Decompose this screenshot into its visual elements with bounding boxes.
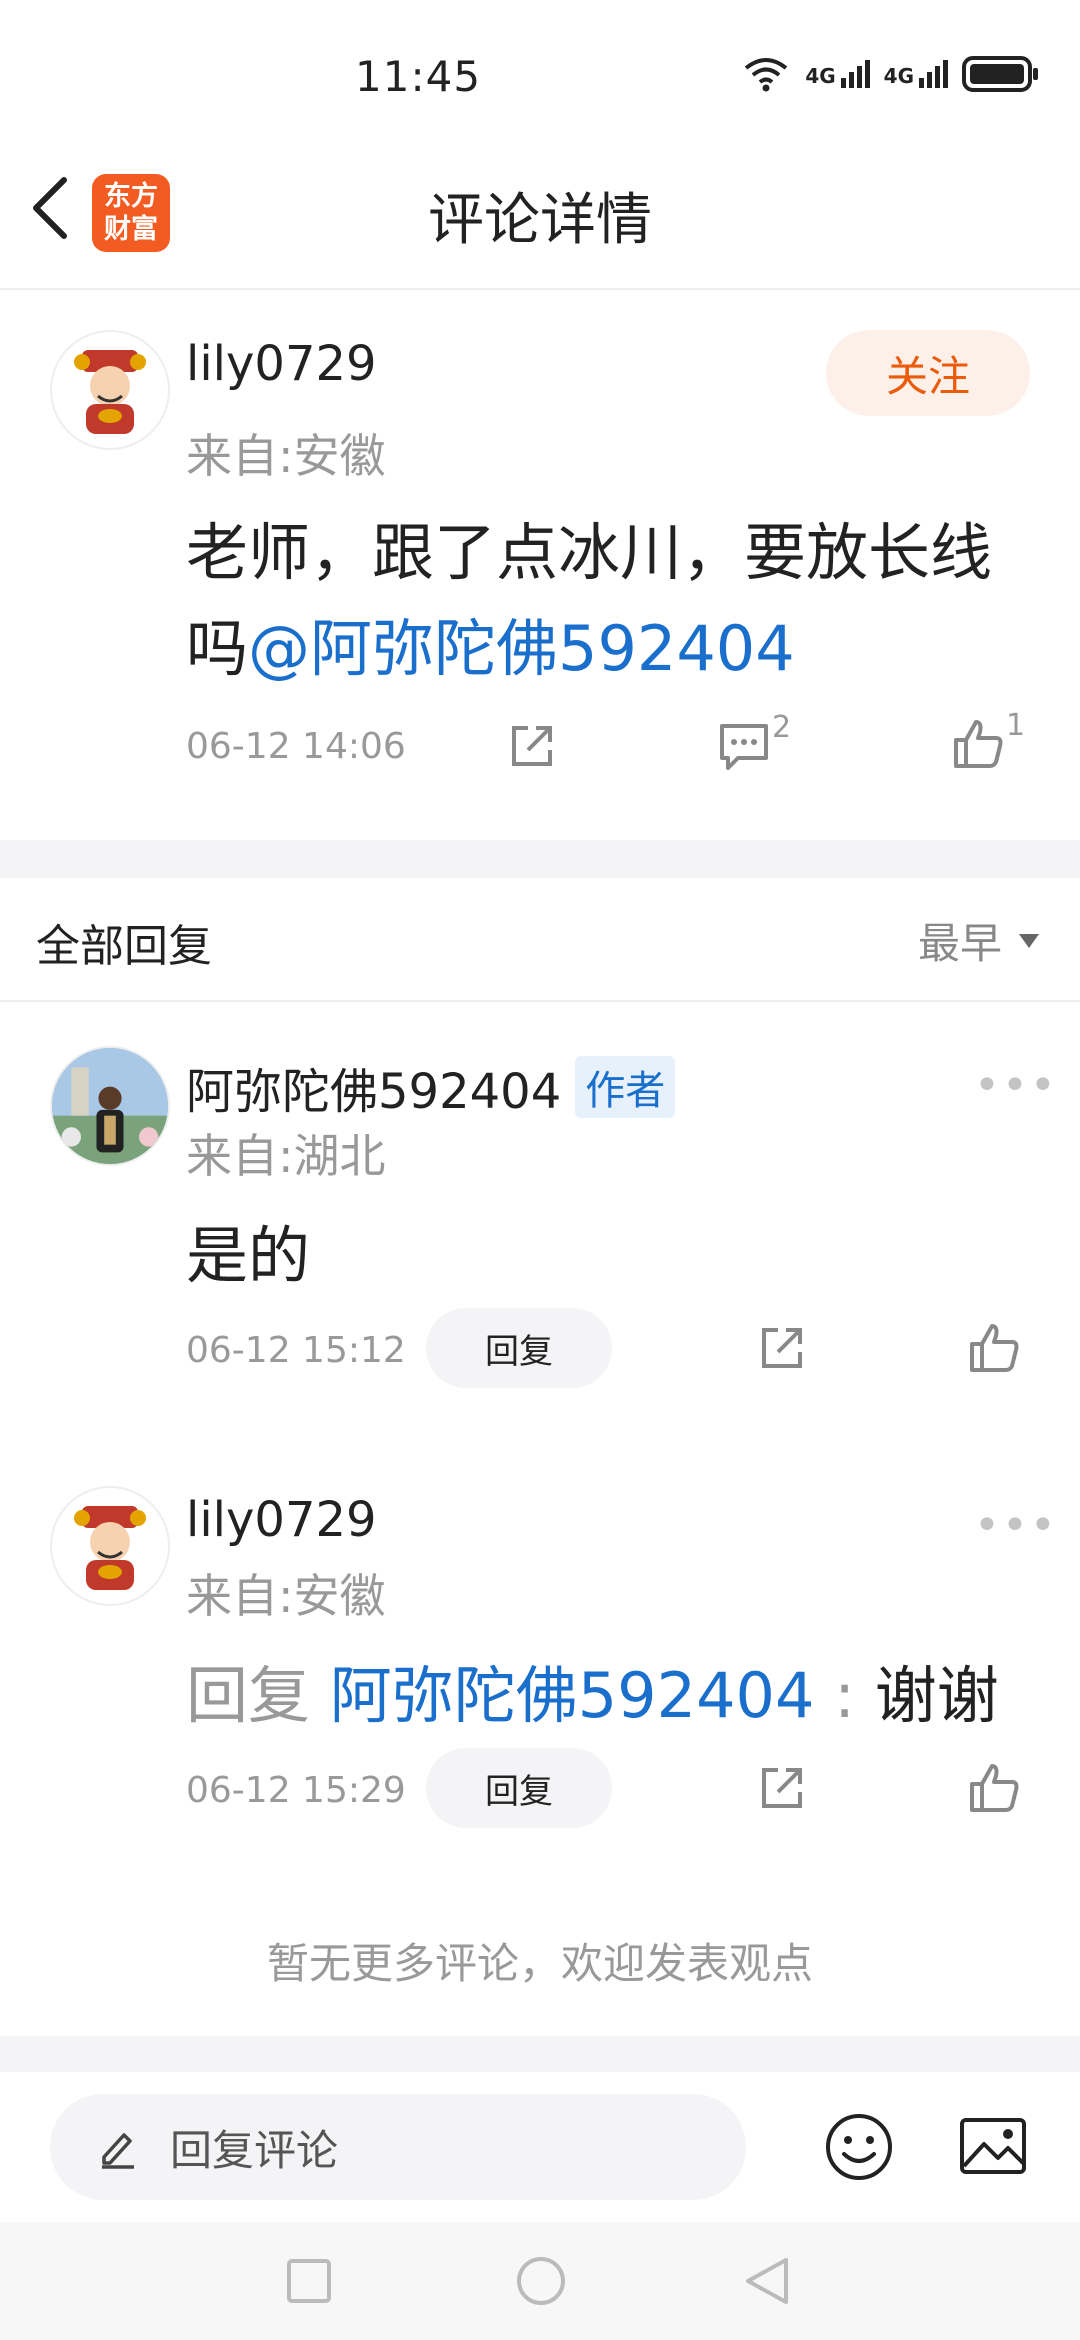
reply-username[interactable]: lily0729 — [186, 1492, 377, 1548]
post-content: 老师，跟了点冰川，要放长线吗@阿弥陀佛592404 — [186, 505, 1036, 697]
pencil-icon — [102, 2133, 134, 2169]
share-icon — [762, 1328, 802, 1368]
reply-content: 是的 — [186, 1219, 311, 1292]
reply-time: 06-12 15:12 — [186, 1330, 406, 1371]
like-icon — [970, 1764, 1019, 1812]
image-button[interactable] — [958, 2114, 1028, 2182]
post-mention-link[interactable]: @阿弥陀佛592404 — [248, 612, 795, 685]
post-location: 来自:安徽 — [186, 429, 386, 483]
emoji-icon — [826, 2114, 892, 2180]
comment-icon — [720, 724, 768, 770]
header-divider — [0, 288, 1080, 290]
home-button[interactable] — [516, 2256, 566, 2310]
page-title: 评论详情 — [428, 188, 652, 253]
follow-button[interactable]: 关注 — [826, 330, 1030, 416]
user-photo-avatar-icon — [52, 1048, 168, 1164]
reply-like-button[interactable] — [966, 1320, 1022, 1380]
sort-dropdown[interactable]: 最早 — [918, 910, 1040, 971]
post-like-button[interactable]: 1 — [950, 708, 1025, 772]
no-more-comments: 暂无更多评论，欢迎发表观点 — [266, 1939, 813, 1988]
reply-avatar[interactable] — [50, 1486, 170, 1606]
reply-input-placeholder: 回复评论 — [170, 2125, 339, 2175]
section-divider — [0, 1000, 1080, 1002]
like-icon — [970, 1324, 1019, 1372]
network-type-1: 4G — [805, 64, 836, 88]
fortune-god-avatar-icon — [74, 350, 146, 434]
post-comment-count: 2 — [772, 710, 792, 745]
more-icon: ••• — [974, 1500, 1058, 1551]
reply-time: 06-12 15:29 — [186, 1770, 406, 1811]
reply-like-button[interactable] — [966, 1760, 1022, 1820]
reply-share-button[interactable] — [756, 1322, 808, 1378]
all-replies-title: 全部回复 — [36, 921, 212, 972]
reply-share-button[interactable] — [756, 1762, 808, 1818]
reply-location: 来自:湖北 — [186, 1129, 386, 1183]
status-time: 11:45 — [355, 52, 482, 101]
square-icon — [287, 2259, 331, 2303]
emoji-button[interactable] — [824, 2112, 894, 2186]
fortune-god-avatar-icon — [74, 1506, 146, 1590]
post-like-count: 1 — [1006, 708, 1026, 743]
reply-more-button[interactable]: ••• — [974, 1500, 1058, 1551]
circle-icon — [517, 2257, 565, 2305]
bottom-separator — [0, 2036, 1080, 2072]
sort-label: 最早 — [918, 919, 1003, 968]
reply-button[interactable]: 回复 — [426, 1748, 612, 1828]
share-icon — [512, 726, 552, 766]
more-icon: ••• — [974, 1060, 1058, 1111]
status-icons: 4G 4G — [741, 54, 1040, 94]
reply-more-button[interactable]: ••• — [974, 1060, 1058, 1111]
post-comment-button[interactable]: 2 — [716, 710, 791, 774]
sort-down-icon — [1019, 933, 1040, 948]
signal-indicator-1: 4G — [805, 60, 870, 88]
share-icon — [762, 1768, 802, 1808]
reply-content: 谢谢 — [874, 1659, 999, 1732]
post-share-button[interactable] — [506, 720, 558, 776]
reply-button[interactable]: 回复 — [426, 1308, 612, 1388]
reply-username[interactable]: 阿弥陀佛592404 — [186, 1052, 561, 1122]
reply-header: 阿弥陀佛592404 作者 — [186, 1052, 676, 1122]
signal-indicator-2: 4G — [884, 60, 948, 88]
post-time: 06-12 14:06 — [186, 726, 406, 767]
reply-separator: : — [834, 1659, 856, 1732]
battery-icon — [962, 56, 1038, 92]
post-username[interactable]: lily0729 — [186, 336, 377, 392]
wifi-icon — [745, 58, 788, 92]
reply-content-line: 回复 阿弥陀佛592404 : 谢谢 — [186, 1645, 999, 1735]
recent-apps-button[interactable] — [286, 2258, 332, 2308]
system-back-button[interactable] — [744, 2256, 790, 2310]
post-author-avatar[interactable] — [50, 330, 170, 450]
reply-avatar[interactable] — [50, 1046, 170, 1166]
like-icon — [954, 720, 1003, 768]
reply-comment-input[interactable]: 回复评论 — [50, 2094, 746, 2200]
network-type-2: 4G — [883, 64, 914, 88]
reply-prefix: 回复 — [186, 1659, 311, 1732]
triangle-back-icon — [746, 2258, 788, 2304]
section-separator — [0, 840, 1080, 878]
reply-location: 来自:安徽 — [186, 1569, 386, 1623]
author-badge: 作者 — [575, 1056, 676, 1118]
image-icon — [960, 2118, 1026, 2174]
reply-target-link[interactable]: 阿弥陀佛592404 — [330, 1659, 815, 1732]
